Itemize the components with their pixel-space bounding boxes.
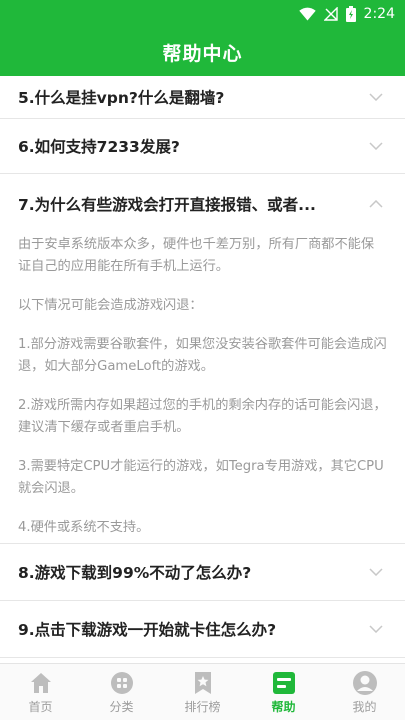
- tab-label: 首页: [28, 699, 53, 714]
- faq-question: 9.点击下载游戏一开始就卡住怎么办?: [18, 621, 277, 639]
- battery-icon: [345, 6, 356, 22]
- home-icon: [30, 672, 51, 693]
- help-icon: [272, 671, 295, 694]
- tab-profile[interactable]: 我的: [324, 664, 405, 720]
- answer-paragraph: 由于安卓系统版本众多，硬件也千差万别，所有厂商都不能保证自己的应用能在所有手机上…: [18, 237, 375, 274]
- wifi-icon: [298, 7, 316, 21]
- tab-category[interactable]: 分类: [81, 664, 162, 720]
- answer-paragraph: 2.游戏所需内存如果超过您的手机的剩余内存的话可能会闪退，建议清下缓存或者重启手…: [18, 398, 387, 435]
- answer-paragraph: 3.需要特定CPU才能运行的游戏，如Tegra专用游戏，其它CPU 就会闪退。: [18, 459, 384, 496]
- faq-answer: 由于安卓系统版本众多，硬件也千差万别，所有厂商都不能保证自己的应用能在所有手机上…: [0, 234, 405, 539]
- chevron-down-icon: [369, 625, 383, 633]
- status-bar: 2:24: [0, 0, 405, 28]
- faq-question: 6.如何支持7233发展?: [18, 138, 180, 156]
- category-icon: [110, 671, 133, 694]
- chevron-up-icon: [369, 200, 383, 208]
- faq-question-row[interactable]: 7.为什么有些游戏会打开直接报错、或者...: [0, 174, 405, 234]
- tab-label: 帮助: [271, 699, 296, 714]
- chevron-down-icon: [369, 93, 383, 101]
- status-time: 2:24: [363, 6, 395, 22]
- faq-item-5[interactable]: 5.什么是挂vpn?什么是翻墙?: [0, 76, 405, 119]
- answer-paragraph: 4.硬件或系统不支持。: [18, 520, 150, 535]
- answer-paragraph: 以下情况可能会造成游戏闪退：: [18, 298, 203, 313]
- bottom-tab-bar: 首页 分类 排行榜 帮助 我的: [0, 663, 405, 720]
- tab-label: 排行榜: [184, 699, 221, 714]
- faq-question-row[interactable]: 5.什么是挂vpn?什么是翻墙?: [0, 76, 405, 118]
- faq-question: 8.游戏下载到99%不动了怎么办?: [18, 564, 252, 582]
- faq-item-6[interactable]: 6.如何支持7233发展?: [0, 119, 405, 174]
- page-title-bar: 帮助中心: [0, 28, 405, 76]
- faq-item-8[interactable]: 8.游戏下载到99%不动了怎么办?: [0, 544, 405, 601]
- tab-label: 我的: [352, 699, 377, 714]
- faq-question-row[interactable]: 8.游戏下载到99%不动了怎么办?: [0, 544, 405, 600]
- tab-label: 分类: [109, 699, 134, 714]
- faq-list[interactable]: 5.什么是挂vpn?什么是翻墙? 6.如何支持7233发展? 7.为什么有些游戏…: [0, 76, 405, 663]
- tab-ranking[interactable]: 排行榜: [162, 664, 243, 720]
- faq-item-7[interactable]: 7.为什么有些游戏会打开直接报错、或者... 由于安卓系统版本众多，硬件也千差万…: [0, 174, 405, 544]
- no-signal-icon: [323, 7, 338, 21]
- chevron-down-icon: [369, 568, 383, 576]
- chevron-down-icon: [369, 142, 383, 150]
- faq-question: 5.什么是挂vpn?什么是翻墙?: [18, 89, 225, 107]
- ranking-icon: [194, 671, 211, 694]
- faq-question-row[interactable]: 6.如何支持7233发展?: [0, 119, 405, 173]
- tab-home[interactable]: 首页: [0, 664, 81, 720]
- faq-question: 7.为什么有些游戏会打开直接报错、或者...: [18, 196, 316, 214]
- tab-help[interactable]: 帮助: [243, 664, 324, 720]
- page-title: 帮助中心: [162, 42, 243, 65]
- answer-paragraph: 1.部分游戏需要谷歌套件，如果您没安装谷歌套件可能会造成闪退，如大部分GameL…: [18, 337, 387, 374]
- profile-icon: [352, 670, 377, 695]
- faq-question-row[interactable]: 9.点击下载游戏一开始就卡住怎么办?: [0, 601, 405, 657]
- faq-item-9[interactable]: 9.点击下载游戏一开始就卡住怎么办?: [0, 601, 405, 658]
